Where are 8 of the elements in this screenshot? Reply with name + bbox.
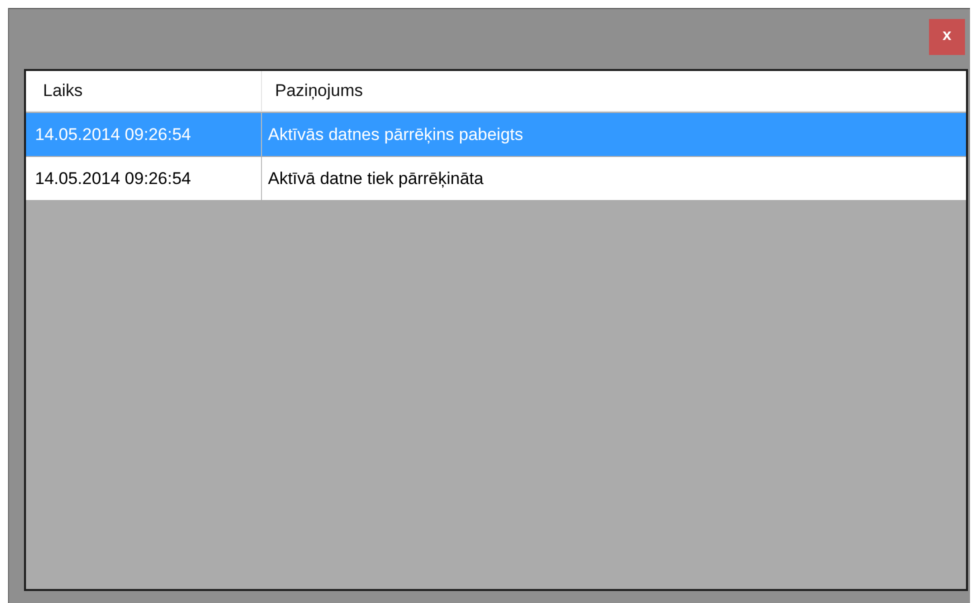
table-cell: 14.05.2014 09:26:54	[26, 157, 262, 200]
close-button[interactable]: x	[929, 19, 965, 55]
column-header[interactable]: Laiks	[26, 71, 262, 111]
table-cell-text: Aktīvā datne tiek pārrēķināta	[267, 168, 484, 190]
list-row[interactable]: 14.05.2014 09:26:54 Aktīvā datne tiek pārrēķināta	[26, 157, 966, 200]
table-cell-text: Aktīvās datnes pārrēķins pabeigts	[267, 124, 524, 146]
column-header[interactable]: Paziņojums	[262, 71, 966, 111]
table-cell: 14.05.2014 09:26:54	[26, 113, 262, 156]
